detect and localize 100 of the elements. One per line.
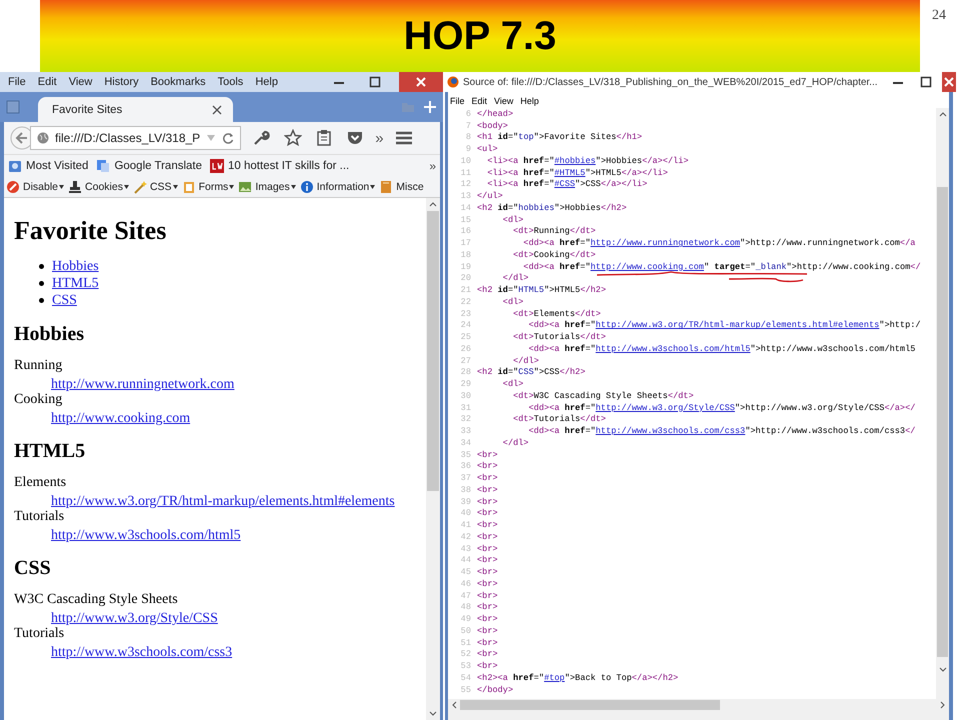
code-line: </body>	[477, 684, 514, 695]
line-number: 31	[460, 402, 472, 413]
page-link[interactable]: HTML5	[52, 276, 99, 292]
page-link[interactable]: http://www.w3.org/Style/CSS	[51, 611, 218, 626]
line-number: 37	[460, 473, 472, 484]
source-link[interactable]: http://www.runningnetwork.com	[590, 238, 740, 248]
line-number: 16	[460, 226, 472, 236]
page-link[interactable]: http://www.w3schools.com/html5	[51, 528, 241, 543]
menu-item[interactable]: History	[104, 76, 139, 88]
menu-item[interactable]: File	[8, 76, 26, 88]
code-line: <dt>Tutorials</dt>	[512, 414, 606, 424]
plus-icon[interactable]	[423, 100, 437, 114]
page-link[interactable]: CSS	[52, 292, 77, 308]
menu-item[interactable]: File	[450, 96, 465, 106]
page-link[interactable]: Hobbies	[52, 258, 99, 274]
page-link[interactable]: http://www.w3schools.com/css3	[51, 645, 232, 660]
star-icon[interactable]	[284, 129, 302, 147]
page-link[interactable]: http://www.w3.org/TR/html-markup/elements.html#elements	[51, 494, 395, 509]
scrollbar[interactable]	[936, 108, 949, 699]
scrollbar[interactable]	[426, 198, 440, 720]
source-link[interactable]: http://www.cooking.com	[590, 262, 704, 272]
maximize-icon[interactable]	[920, 76, 932, 88]
clipboard-icon[interactable]	[316, 129, 332, 147]
menu-item[interactable]: Edit	[472, 96, 488, 106]
close-icon[interactable]	[211, 104, 223, 116]
source-link[interactable]: http://www.w3schools.com/html5	[596, 344, 750, 354]
line-number: 35	[460, 450, 472, 460]
code-line: <dt>Elements</dt>	[512, 308, 601, 319]
source-link[interactable]: http://www.w3.org/TR/html-markup/elements.html#elements	[596, 320, 880, 330]
bookmark-item[interactable]: Most Visited	[8, 159, 88, 173]
bullet-icon	[39, 298, 44, 303]
menu-item[interactable]: Tools	[218, 76, 244, 88]
scrollbar-thumb[interactable]	[460, 700, 720, 710]
maximize-icon[interactable]	[369, 76, 381, 88]
menu-item[interactable]: Help	[255, 76, 278, 88]
code-line: <dd><a href="http://www.cooking.com" target="_blank">http://www.cooking.com</	[522, 262, 921, 272]
line-number: 48	[460, 602, 472, 612]
line-number: 39	[460, 496, 472, 507]
code-line: <body>	[477, 120, 508, 131]
close-icon	[942, 75, 956, 89]
pocket-icon[interactable]	[346, 130, 364, 146]
menu-item[interactable]: View	[494, 96, 514, 106]
address-field[interactable]: file:///D:/Classes_LV/318_P	[30, 126, 242, 150]
toolbar-menu-button[interactable]: Forms	[182, 180, 234, 194]
menu-item[interactable]: View	[68, 76, 92, 88]
menu-item[interactable]: Edit	[38, 76, 57, 88]
toolbar-menu-button[interactable]: Images	[238, 180, 296, 194]
line-number: 21	[460, 285, 472, 296]
scroll-up-icon	[429, 201, 437, 207]
browser-tab[interactable]: Favorite Sites	[38, 97, 233, 122]
close-button[interactable]	[942, 72, 956, 92]
code-line: <br>	[477, 544, 498, 554]
toolbar-menu-button[interactable]: Disable	[6, 180, 64, 194]
source-link[interactable]: http://www.w3.org/Style/CSS	[596, 402, 735, 413]
overflow-button[interactable]: »	[429, 159, 436, 173]
page-link[interactable]: http://www.runningnetwork.com	[51, 377, 234, 392]
line-number: 29	[460, 379, 472, 390]
line-number: 10	[460, 156, 472, 166]
code-line: </head>	[477, 108, 514, 119]
menu-item[interactable]: Bookmarks	[150, 76, 206, 88]
line-number: 14	[460, 202, 472, 213]
close-button[interactable]	[399, 72, 443, 92]
line-number: 46	[460, 578, 472, 589]
code-line: <br>	[477, 461, 498, 472]
scrollbar-thumb[interactable]	[427, 211, 439, 491]
definition-term: Cooking	[14, 392, 64, 409]
source-link[interactable]: #CSS	[554, 179, 576, 190]
source-link[interactable]: http://www.w3schools.com/css3	[596, 426, 746, 436]
definition-term: W3C Cascading Style Sheets	[14, 592, 179, 609]
code-line: <dt>W3C Cascading Style Sheets</dt>	[512, 390, 694, 401]
scrollbar[interactable]	[448, 699, 949, 711]
menu-icon[interactable]	[394, 130, 413, 146]
line-number: 43	[460, 544, 472, 554]
reload-icon	[222, 132, 234, 144]
bookmark-item[interactable]: 10 hottest IT skills for ...	[210, 159, 350, 173]
clipboard-icon	[182, 180, 196, 194]
line-number: 47	[460, 590, 472, 601]
folder-icon	[8, 159, 22, 173]
code-line: <li><a href="#CSS">CSS</a></li>	[486, 179, 648, 190]
line-number: 50	[460, 626, 472, 636]
code-line: <br>	[477, 649, 498, 660]
code-line: <h2 id="HTML5">HTML5</h2>	[477, 285, 606, 296]
toolbar-menu-button[interactable]: Cookies	[68, 180, 129, 194]
overflow-button[interactable]: »	[375, 130, 384, 146]
toolbar-menu-button[interactable]: Information	[300, 180, 376, 194]
source-link[interactable]: #top	[544, 672, 565, 683]
source-link[interactable]: #hobbies	[554, 156, 596, 166]
definition-term: Running	[14, 358, 64, 375]
line-number: 15	[460, 214, 472, 225]
code-line: <h2 id="CSS">CSS</h2>	[477, 367, 586, 378]
scrollbar-thumb[interactable]	[937, 187, 948, 657]
menu-item[interactable]: Help	[520, 96, 539, 106]
source-link[interactable]: #HTML5	[554, 168, 586, 178]
toolbar-menu-button[interactable]: CSS	[132, 180, 178, 194]
line-number: 32	[460, 414, 472, 424]
bookmark-item[interactable]: Google Translate	[96, 159, 202, 173]
caret-icon	[370, 185, 376, 189]
toolbar-menu-button[interactable]: Misce	[379, 180, 424, 194]
wrench-icon[interactable]	[252, 129, 270, 147]
page-link[interactable]: http://www.cooking.com	[51, 411, 190, 426]
